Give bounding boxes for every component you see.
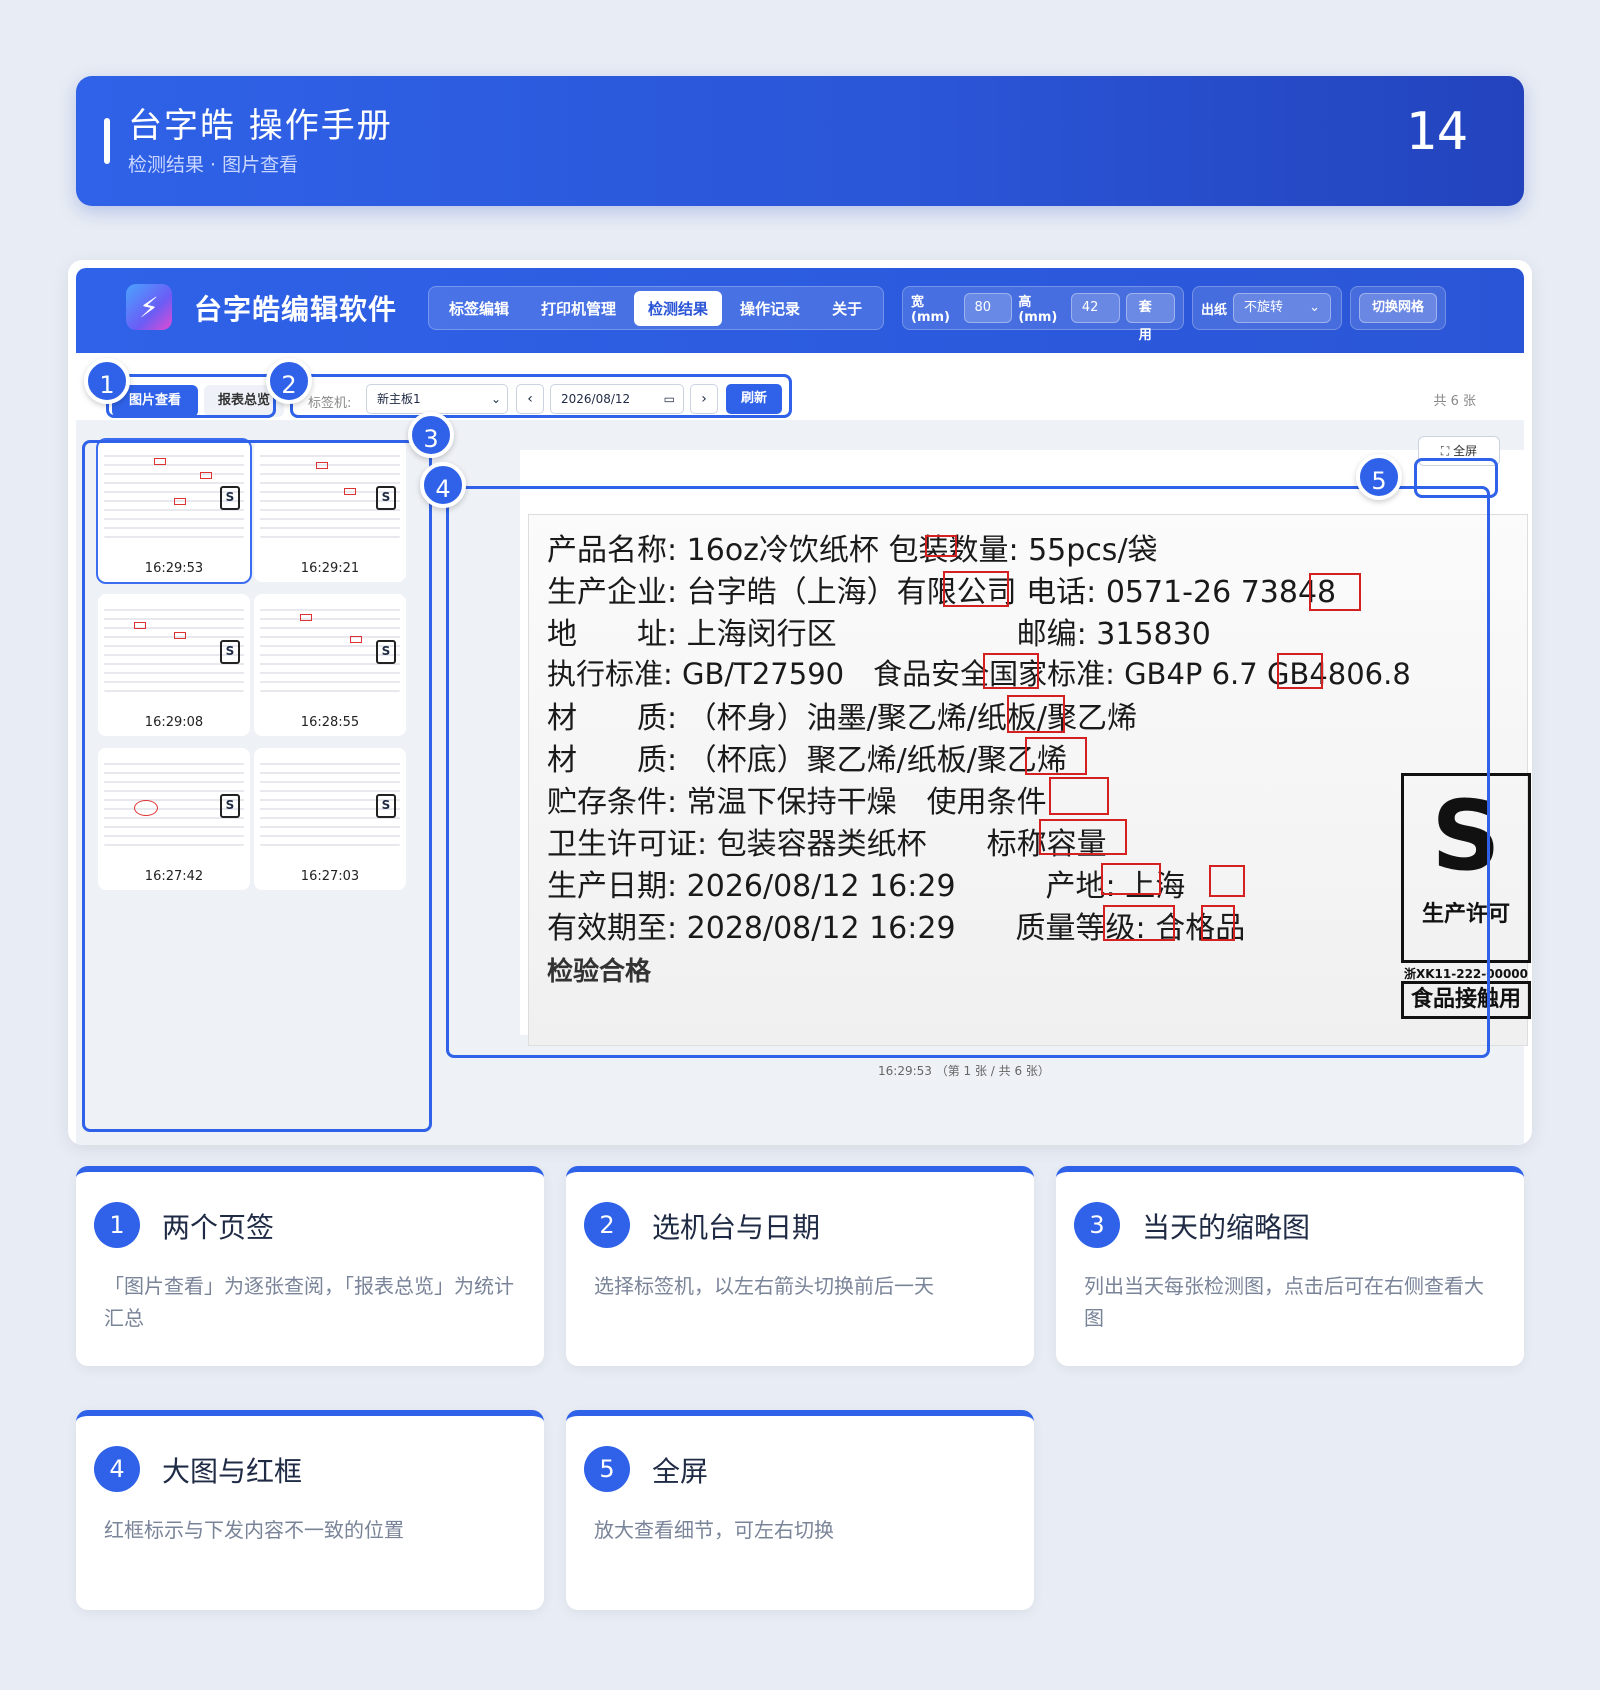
tab-operation-log[interactable]: 操作记录	[726, 291, 814, 326]
annotation-badge-3: 3	[408, 412, 454, 458]
page-number: 14	[1405, 102, 1468, 162]
annotation-outline-tabs	[106, 374, 276, 418]
app-topbar: ⚡ 台字皓编辑软件 标签编辑 打印机管理 检测结果 操作记录 关于 宽(mm) …	[76, 268, 1524, 353]
size-controls: 宽(mm) 80 高(mm) 42 套用	[902, 286, 1184, 343]
app-title: 台字皓编辑软件	[194, 293, 398, 326]
lightning-icon: ⚡	[126, 284, 172, 330]
annotation-outline-thumbnails	[82, 440, 432, 1132]
manual-title: 台字皓 操作手册	[128, 106, 393, 146]
card-title: 大图与红框	[162, 1455, 303, 1488]
annotation-badge-1: 1	[84, 358, 130, 404]
apply-button[interactable]: 套用	[1125, 293, 1175, 343]
card-description: 选择标签机，以左右箭头切换前后一天	[594, 1274, 934, 1298]
annotation-badge-2: 2	[266, 358, 312, 404]
annotation-outline-viewer	[446, 486, 1490, 1058]
card-description: 列出当天每张检测图，点击后可在右侧查看大图	[1084, 1274, 1484, 1330]
annotation-outline-fullscreen	[1414, 458, 1498, 498]
card-number: 3	[1074, 1202, 1120, 1248]
card-number: 4	[94, 1446, 140, 1492]
annotation-badge-5: 5	[1356, 454, 1402, 500]
card-number: 1	[94, 1202, 140, 1248]
feature-card-5: 5 全屏 放大查看细节，可左右切换	[566, 1410, 1034, 1610]
card-title: 全屏	[652, 1455, 709, 1488]
image-count: 共 6 张	[1433, 394, 1476, 409]
width-input[interactable]: 80	[963, 293, 1013, 323]
manual-header: 台字皓 操作手册 检测结果 · 图片查看 14	[76, 76, 1524, 206]
annotation-outline-filters	[290, 374, 792, 418]
toggle-grid-button[interactable]: 切换网格	[1359, 293, 1437, 323]
feature-card-3: 3 当天的缩略图 列出当天每张检测图，点击后可在右侧查看大图	[1056, 1166, 1524, 1366]
card-description: 放大查看细节，可左右切换	[594, 1518, 834, 1542]
feature-card-2: 2 选机台与日期 选择标签机，以左右箭头切换前后一天	[566, 1166, 1034, 1366]
paper-select[interactable]: 不旋转 ⌄	[1233, 293, 1332, 323]
grid-toggle-group: 切换网格	[1350, 286, 1446, 330]
viewer-caption: 16:29:53 （第 1 张 / 共 6 张）	[878, 1064, 1050, 1078]
card-description: 红框标示与下发内容不一致的位置	[104, 1518, 404, 1542]
paper-controls: 出纸 不旋转 ⌄	[1192, 286, 1342, 330]
card-number: 2	[584, 1202, 630, 1248]
paper-label: 出纸	[1201, 302, 1228, 318]
header-accent-bar	[104, 118, 110, 164]
tab-label-edit[interactable]: 标签编辑	[435, 291, 523, 326]
main-nav: 标签编辑 打印机管理 检测结果 操作记录 关于	[428, 286, 884, 330]
annotation-badge-4: 4	[420, 462, 466, 508]
width-label: 宽(mm)	[911, 295, 950, 325]
manual-subtitle: 检测结果 · 图片查看	[128, 154, 299, 176]
card-title: 两个页签	[162, 1211, 275, 1244]
app-screenshot: ⚡ 台字皓编辑软件 标签编辑 打印机管理 检测结果 操作记录 关于 宽(mm) …	[68, 260, 1532, 1145]
tab-printer-manage[interactable]: 打印机管理	[527, 291, 630, 326]
card-number: 5	[584, 1446, 630, 1492]
card-description: 「图片查看」为逐张查阅，「报表总览」为统计汇总	[104, 1274, 514, 1330]
card-title: 选机台与日期	[652, 1211, 821, 1244]
height-input[interactable]: 42	[1070, 293, 1120, 323]
feature-card-4: 4 大图与红框 红框标示与下发内容不一致的位置	[76, 1410, 544, 1610]
tab-detection-results[interactable]: 检测结果	[634, 290, 723, 326]
paper-value: 不旋转	[1244, 300, 1284, 315]
chevron-down-icon: ⌄	[1309, 300, 1321, 315]
card-title: 当天的缩略图	[1142, 1211, 1311, 1244]
feature-card-1: 1 两个页签 「图片查看」为逐张查阅，「报表总览」为统计汇总	[76, 1166, 544, 1366]
height-label: 高(mm)	[1018, 295, 1058, 325]
tab-about[interactable]: 关于	[818, 291, 876, 326]
